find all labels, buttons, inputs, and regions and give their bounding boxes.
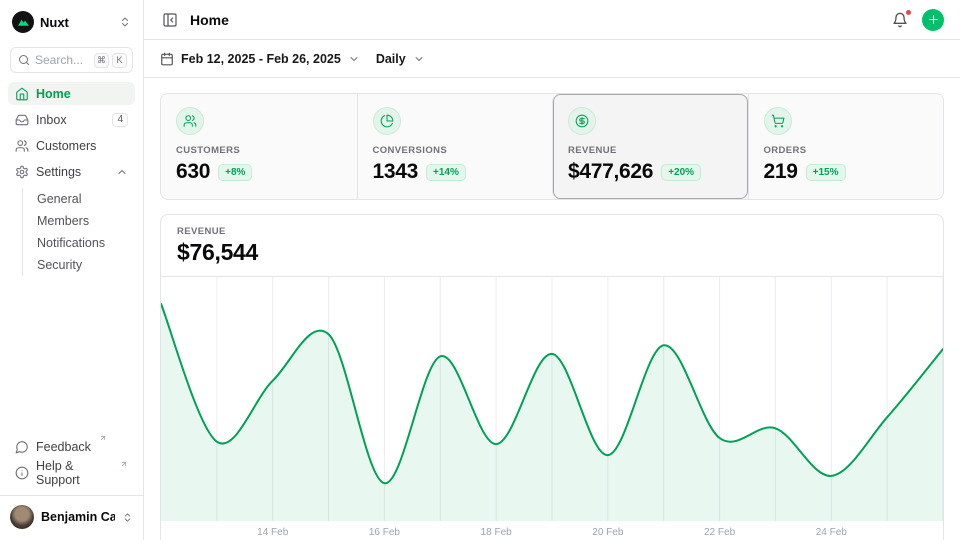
gear-icon bbox=[15, 165, 29, 179]
inbox-icon bbox=[15, 113, 29, 127]
sidebar-subitem-members[interactable]: Members bbox=[33, 210, 135, 232]
x-axis-tick-label: 18 Feb bbox=[481, 527, 512, 538]
calendar-icon bbox=[160, 52, 174, 66]
page-content: CUSTOMERS 630 +8% CONVERSIONS 1343 +14% REVENU… bbox=[144, 78, 960, 540]
sidebar-nav: Home Inbox 4 Customers Settings GeneralMember… bbox=[8, 82, 135, 276]
chart-x-axis: 14 Feb 16 Feb 18 Feb 20 Feb 22 Feb 24 Feb bbox=[161, 521, 943, 540]
stats-row: CUSTOMERS 630 +8% CONVERSIONS 1343 +14% REVENU… bbox=[160, 93, 944, 200]
user-name: Benjamin Canac bbox=[41, 510, 115, 524]
stat-delta-badge: +8% bbox=[218, 164, 252, 181]
x-axis-tick-label: 22 Feb bbox=[704, 527, 735, 538]
user-menu[interactable]: Benjamin Canac bbox=[0, 495, 143, 532]
stat-value: 1343 bbox=[373, 160, 419, 184]
sidebar-link-help-support[interactable]: Help & Support bbox=[8, 461, 135, 484]
period-label: Daily bbox=[376, 52, 406, 66]
search-icon bbox=[18, 54, 30, 66]
stat-card-orders[interactable]: ORDERS 219 +15% bbox=[748, 94, 944, 199]
revenue-area-chart[interactable] bbox=[161, 277, 943, 521]
period-select[interactable]: Daily bbox=[376, 52, 425, 66]
x-axis-tick-label: 14 Feb bbox=[257, 527, 288, 538]
stat-value: $477,626 bbox=[568, 160, 653, 184]
sidebar-item-inbox[interactable]: Inbox 4 bbox=[8, 108, 135, 131]
notification-dot bbox=[905, 9, 912, 16]
page-header: Home bbox=[144, 0, 960, 40]
external-link-icon bbox=[120, 460, 128, 468]
sidebar-footer-links: Feedback Help & Support bbox=[8, 435, 135, 484]
sidebar-link-label: Feedback bbox=[36, 440, 91, 454]
app-window: Nuxt Search... ⌘ K Home Inbox 4 Customers Se… bbox=[0, 0, 960, 540]
chevrons-up-down-icon bbox=[122, 512, 133, 523]
stat-label: ORDERS bbox=[764, 145, 929, 156]
user-avatar bbox=[10, 505, 34, 529]
sidebar-item-label: Inbox bbox=[36, 113, 67, 127]
revenue-chart-card: REVENUE $76,544 14 Feb 16 Feb 18 Feb 20 Feb… bbox=[160, 214, 944, 540]
stat-card-revenue[interactable]: REVENUE $477,626 +20% bbox=[552, 94, 748, 199]
stat-label: CUSTOMERS bbox=[176, 145, 342, 156]
page-title: Home bbox=[190, 12, 229, 28]
sidebar-item-customers[interactable]: Customers bbox=[8, 134, 135, 157]
message-icon bbox=[15, 440, 29, 454]
chart-pie-icon bbox=[373, 107, 401, 135]
sidebar-footer: Feedback Help & Support Benjamin Canac bbox=[8, 435, 135, 532]
circle-dollar-icon bbox=[568, 107, 596, 135]
org-selector[interactable]: Nuxt bbox=[8, 8, 135, 36]
chart-header: REVENUE $76,544 bbox=[161, 215, 943, 277]
collapse-sidebar-button[interactable] bbox=[160, 10, 180, 30]
stat-delta-badge: +15% bbox=[806, 164, 846, 181]
sidebar-subitem-security[interactable]: Security bbox=[33, 254, 135, 276]
sidebar-item-settings[interactable]: Settings bbox=[8, 160, 135, 183]
filters-toolbar: Feb 12, 2025 - Feb 26, 2025 Daily bbox=[144, 40, 960, 78]
stat-delta-badge: +14% bbox=[426, 164, 466, 181]
search-input[interactable]: Search... ⌘ K bbox=[10, 47, 133, 73]
nuxt-logo-icon bbox=[12, 11, 34, 33]
kbd-k: K bbox=[112, 53, 127, 68]
stat-value: 630 bbox=[176, 160, 210, 184]
sidebar-subitem-general[interactable]: General bbox=[33, 188, 135, 210]
users-icon bbox=[176, 107, 204, 135]
sidebar-item-label: Settings bbox=[36, 165, 81, 179]
add-button[interactable] bbox=[922, 9, 944, 31]
sidebar-subitem-notifications[interactable]: Notifications bbox=[33, 232, 135, 254]
inbox-count-badge: 4 bbox=[112, 113, 128, 127]
kbd-cmd: ⌘ bbox=[94, 53, 109, 68]
chevron-down-icon bbox=[348, 53, 360, 65]
stat-delta-badge: +20% bbox=[661, 164, 701, 181]
search-kbd-hints: ⌘ K bbox=[94, 53, 127, 68]
users-icon bbox=[15, 139, 29, 153]
sidebar-item-home[interactable]: Home bbox=[8, 82, 135, 105]
header-actions bbox=[890, 9, 944, 31]
sidebar: Nuxt Search... ⌘ K Home Inbox 4 Customers Se… bbox=[0, 0, 144, 540]
x-axis-tick-label: 24 Feb bbox=[816, 527, 847, 538]
sidebar-item-label: Customers bbox=[36, 139, 96, 153]
chevron-down-icon bbox=[413, 53, 425, 65]
x-axis-tick-label: 16 Feb bbox=[369, 527, 400, 538]
stat-card-customers[interactable]: CUSTOMERS 630 +8% bbox=[161, 94, 357, 199]
chart-metric-label: REVENUE bbox=[177, 226, 927, 237]
stat-label: REVENUE bbox=[568, 145, 733, 156]
plus-icon bbox=[927, 13, 940, 26]
sidebar-link-label: Help & Support bbox=[36, 459, 112, 487]
cart-icon bbox=[764, 107, 792, 135]
settings-subtree: GeneralMembersNotificationsSecurity bbox=[22, 188, 135, 276]
x-axis-tick-label: 20 Feb bbox=[592, 527, 623, 538]
org-name: Nuxt bbox=[40, 15, 113, 30]
search-placeholder: Search... bbox=[35, 53, 89, 67]
main-area: Home Feb 12, 2025 - Feb 26, 2025 Daily bbox=[144, 0, 960, 540]
external-link-icon bbox=[99, 434, 107, 442]
chevron-up-icon bbox=[116, 166, 128, 178]
date-range-picker[interactable]: Feb 12, 2025 - Feb 26, 2025 bbox=[160, 52, 360, 66]
home-icon bbox=[15, 87, 29, 101]
sidebar-item-label: Home bbox=[36, 87, 71, 101]
chevrons-up-down-icon bbox=[119, 16, 131, 28]
notifications-button[interactable] bbox=[890, 10, 910, 30]
stat-value: 219 bbox=[764, 160, 798, 184]
stat-card-conversions[interactable]: CONVERSIONS 1343 +14% bbox=[357, 94, 553, 199]
chart-metric-value: $76,544 bbox=[177, 239, 927, 266]
sidebar-link-feedback[interactable]: Feedback bbox=[8, 435, 135, 458]
date-range-label: Feb 12, 2025 - Feb 26, 2025 bbox=[181, 52, 341, 66]
stat-label: CONVERSIONS bbox=[373, 145, 538, 156]
info-icon bbox=[15, 466, 29, 480]
